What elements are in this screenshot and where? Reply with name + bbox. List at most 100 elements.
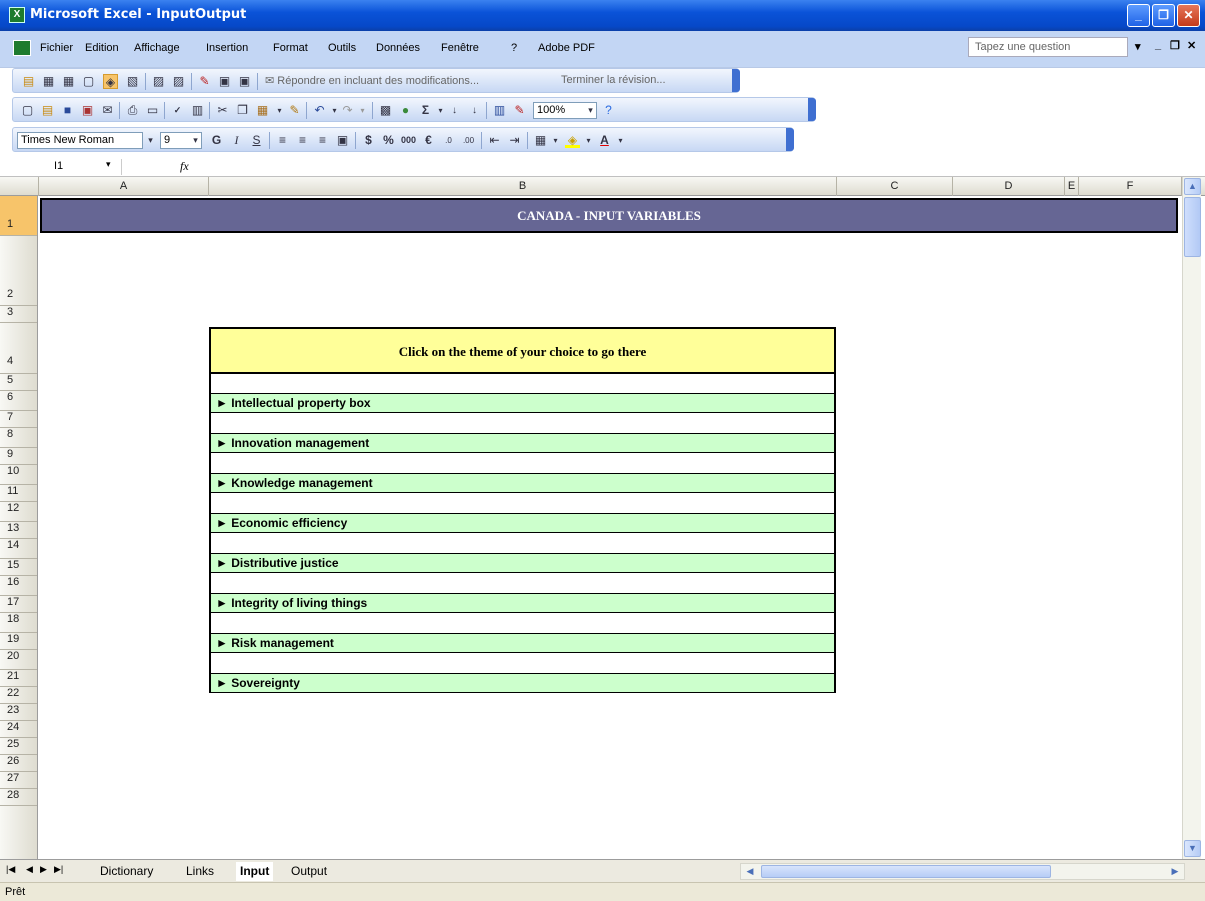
row-header-15[interactable]: 15 [0,559,37,576]
column-header-c[interactable]: C [837,177,953,196]
decrease-decimal-icon[interactable]: .00 [461,133,476,148]
thousands-icon[interactable]: 000 [401,133,416,148]
ask-question-input[interactable]: Tapez une question [968,37,1128,57]
font-name-select[interactable]: Times New Roman [17,132,143,149]
name-box-dropdown-icon[interactable]: ▾ [106,159,111,170]
scroll-up-icon[interactable]: ▲ [1184,178,1201,195]
redo-icon[interactable]: ↷ [340,103,355,118]
row-header-18[interactable]: 18 [0,613,37,633]
column-header-e[interactable]: E [1065,177,1079,196]
align-right-icon[interactable]: ≡ [315,133,330,148]
menu-affichage[interactable]: Affichage [134,42,180,54]
row-header-13[interactable]: 13 [0,522,37,539]
row-header-3[interactable]: 3 [0,306,37,323]
row-header-8[interactable]: 8 [0,428,37,448]
row-header-27[interactable]: 27 [0,772,37,789]
size-dropdown-icon[interactable]: ▾ [188,133,203,148]
font-color-icon[interactable]: A [597,133,612,148]
comment-icon[interactable]: ▢ [81,74,96,89]
spelling-icon[interactable]: ✓ [170,103,185,118]
euro-icon[interactable]: € [421,133,436,148]
theme-link-knowledge-management[interactable]: ► Knowledge management [211,473,834,493]
vertical-scrollbar[interactable]: ▲ ▼ [1182,177,1201,859]
end-review-button[interactable]: Terminer la révision... [561,74,666,86]
shared-workbook-icon[interactable]: ▣ [217,74,232,89]
font-color-dropdown-icon[interactable]: ▾ [613,133,628,148]
theme-link-innovation-management[interactable]: ► Innovation management [211,433,834,453]
theme-link-distributive-justice[interactable]: ► Distributive justice [211,553,834,573]
toolbar-options-icon[interactable] [786,128,794,151]
highlight-icon[interactable]: ◈ [103,74,118,89]
sheet-tab-links[interactable]: Links [186,862,214,881]
sigma-icon[interactable]: Σ [418,103,433,118]
next-sheet-icon[interactable]: ▶ [40,864,47,875]
menu-fichier[interactable]: Fichier [40,42,73,54]
increase-indent-icon[interactable]: ⇥ [507,133,522,148]
delete-comment-icon[interactable]: ▨ [151,74,166,89]
column-header-b[interactable]: B [209,177,837,196]
toolbar-options-icon[interactable] [732,69,740,92]
fill-color-icon[interactable]: ◈ [565,133,580,148]
reviewing-pane-icon[interactable]: ▣ [237,74,252,89]
italic-icon[interactable]: I [229,133,244,148]
last-sheet-icon[interactable]: ▶| [54,864,63,875]
scroll-left-icon[interactable]: ◀ [742,864,758,879]
menu-outils[interactable]: Outils [328,42,356,54]
research-icon[interactable]: ▥ [190,103,205,118]
print-icon[interactable]: ⎙ [125,103,140,118]
undo-icon[interactable]: ↶ [312,103,327,118]
track-changes-icon[interactable]: ✎ [197,74,212,89]
underline-icon[interactable]: S [249,133,264,148]
theme-link-integrity-living-things[interactable]: ► Integrity of living things [211,593,834,613]
currency-icon[interactable]: $ [361,133,376,148]
format-painter-icon[interactable]: ✎ [287,103,302,118]
align-center-icon[interactable]: ≡ [295,133,310,148]
sheet-tab-input[interactable]: Input [236,862,274,881]
borders-icon[interactable]: ▦ [533,133,548,148]
row-header-7[interactable]: 7 [0,411,37,428]
column-header-a[interactable]: A [39,177,209,196]
comment-icon[interactable]: ▧ [125,74,140,89]
select-all-corner[interactable] [0,177,39,196]
new-icon[interactable]: ▢ [20,103,35,118]
paste-dropdown-icon[interactable]: ▾ [272,103,287,118]
row-header-9[interactable]: 9 [0,448,37,465]
row-header-24[interactable]: 24 [0,721,37,738]
font-dropdown-icon[interactable]: ▾ [143,133,158,148]
fill-dropdown-icon[interactable]: ▾ [581,133,596,148]
menu-format[interactable]: Format [273,42,308,54]
comment-icon[interactable]: ▦ [41,74,56,89]
row-header-21[interactable]: 21 [0,670,37,687]
row-header-5[interactable]: 5 [0,374,37,391]
percent-icon[interactable]: % [381,133,396,148]
scroll-right-icon[interactable]: ▶ [1167,864,1183,879]
theme-link-intellectual-property[interactable]: ► Intellectual property box [211,393,834,413]
worksheet-grid[interactable]: CANADA - INPUT VARIABLES Click on the th… [39,196,1181,859]
theme-link-economic-efficiency[interactable]: ► Economic efficiency [211,513,834,533]
row-header-20[interactable]: 20 [0,650,37,670]
menu-fenetre[interactable]: Fenêtre [441,42,479,54]
doc-close-button[interactable]: ✕ [1187,39,1196,52]
sheet-tab-dictionary[interactable]: Dictionary [100,862,153,881]
prev-sheet-icon[interactable]: ◀ [26,864,33,875]
merge-center-icon[interactable]: ▣ [335,133,350,148]
hscroll-thumb[interactable] [761,865,1051,878]
menu-donnees[interactable]: Données [376,42,420,54]
comment-icon[interactable]: ▦ [61,74,76,89]
row-header-23[interactable]: 23 [0,704,37,721]
sheet-tab-output[interactable]: Output [291,862,327,881]
email-icon[interactable]: ✉ [100,103,115,118]
row-header-22[interactable]: 22 [0,687,37,704]
chart-wizard-icon[interactable]: ▥ [492,103,507,118]
zoom-dropdown-icon[interactable]: ▾ [583,103,598,118]
doc-restore-button[interactable]: ❐ [1170,39,1180,52]
menu-adobe-pdf[interactable]: Adobe PDF [538,42,595,54]
first-sheet-icon[interactable]: |◀ [6,864,15,875]
redo-dropdown-icon[interactable]: ▾ [355,103,370,118]
column-header-d[interactable]: D [953,177,1065,196]
borders-dropdown-icon[interactable]: ▾ [548,133,563,148]
row-header-16[interactable]: 16 [0,576,37,596]
name-box[interactable]: I1 ▾ [2,159,122,175]
row-header-17[interactable]: 17 [0,596,37,613]
row-header-1[interactable]: 1 [0,196,37,236]
